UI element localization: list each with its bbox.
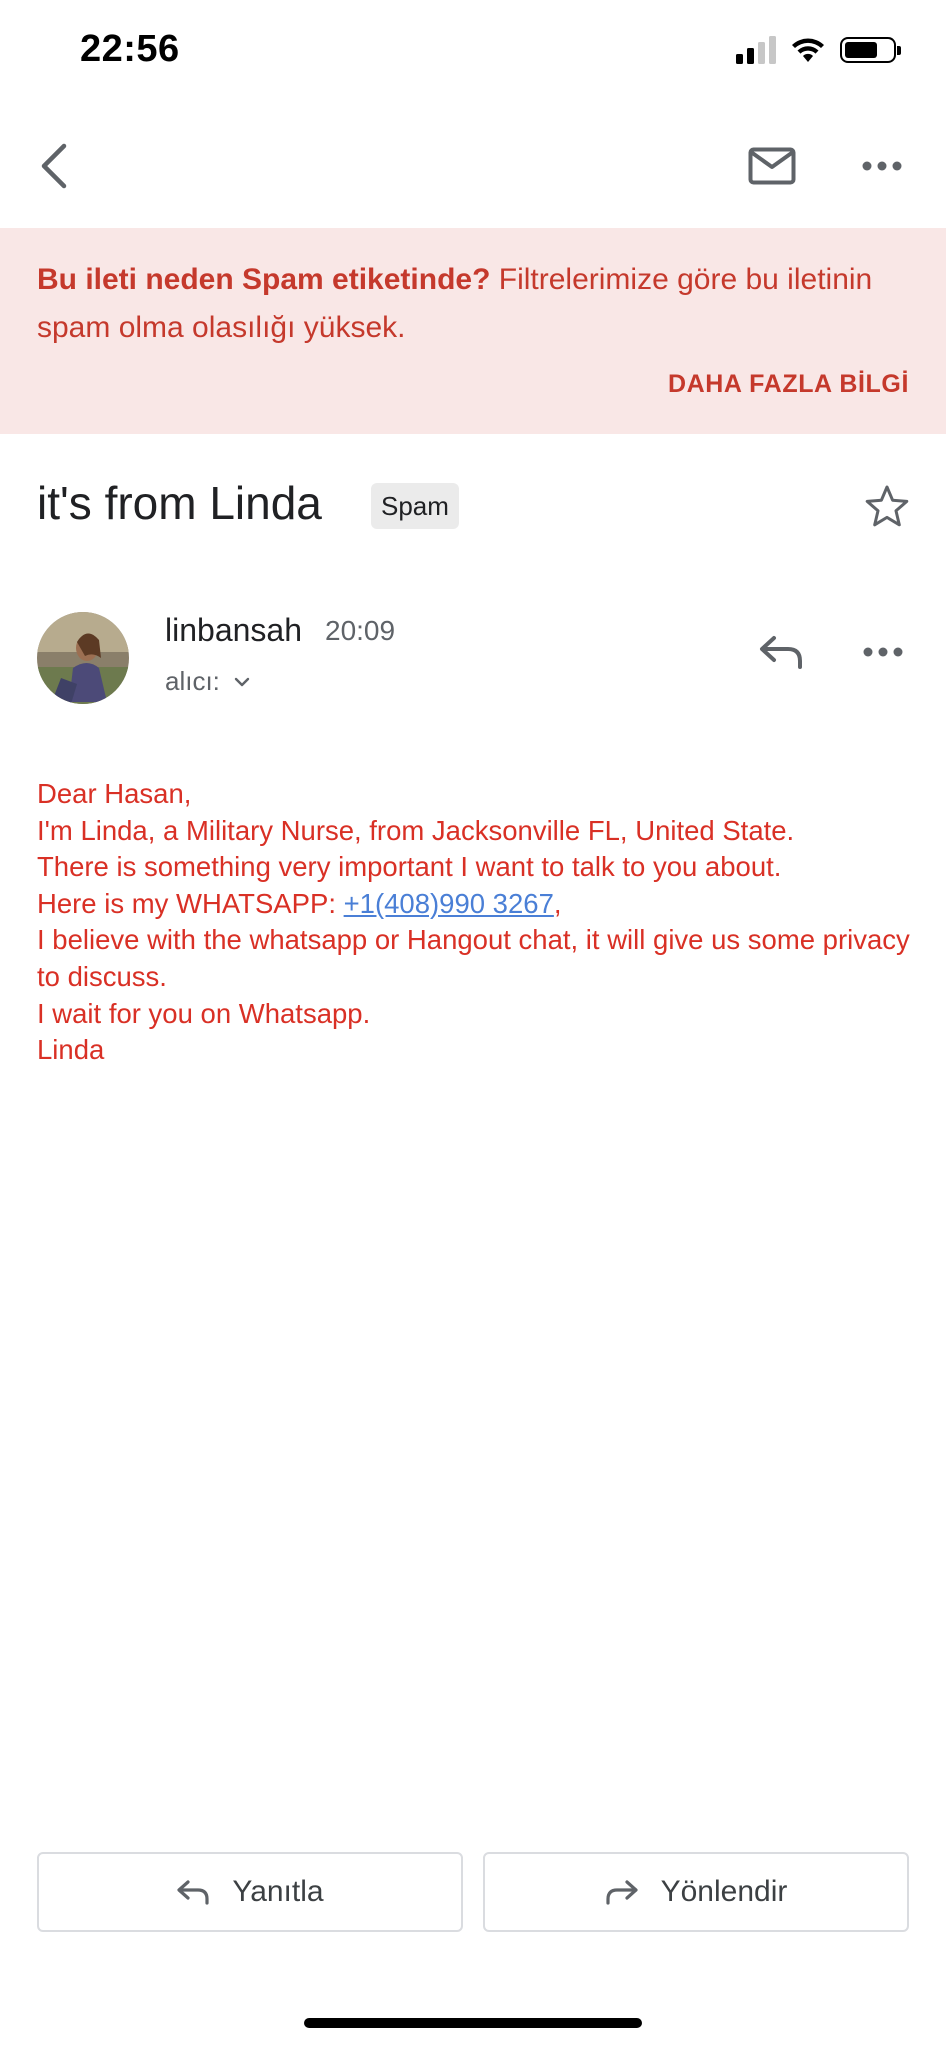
email-subject: it's from Linda [37, 477, 322, 529]
message-line: Dear Hasan, [37, 778, 192, 809]
sender-row: linbansah 20:09 alıcı: [37, 612, 909, 708]
more-options-button[interactable] [850, 134, 914, 198]
recipient-label: alıcı: [165, 666, 220, 696]
subject-row: it's from Linda Spam [37, 470, 909, 542]
status-icons [736, 36, 901, 64]
back-arrow-icon [41, 143, 67, 189]
forward-button[interactable]: Yönlendir [483, 1852, 909, 1932]
star-icon [865, 485, 909, 527]
message-line: Here is my WHATSAPP: +1(408)990 3267, [37, 886, 917, 923]
message-line: Linda [37, 1034, 105, 1066]
spam-warning-banner: Bu ileti neden Spam etiketinde? Filtrele… [0, 228, 946, 434]
bottom-actions: Yanıtla Yönlendir [37, 1852, 909, 1934]
more-horizontal-icon [862, 161, 902, 171]
reply-icon [760, 636, 802, 669]
whatsapp-label: Here is my WHATSAPP: [37, 887, 344, 919]
top-bar [0, 120, 946, 212]
signal-icon [736, 36, 776, 64]
status-bar: 22:56 [0, 0, 946, 104]
spam-warning-title: Bu ileti neden Spam etiketinde? [37, 263, 491, 296]
wifi-icon [792, 38, 824, 62]
sender-name[interactable]: linbansah [165, 612, 302, 649]
battery-icon [840, 37, 901, 63]
back-button[interactable] [24, 132, 84, 200]
more-horizontal-icon [863, 647, 903, 657]
quick-reply-button[interactable] [751, 620, 811, 684]
chevron-down-icon [234, 677, 250, 686]
mail-icon [748, 147, 796, 185]
message-line: I believe with the whatsapp or Hangout c… [37, 924, 910, 992]
message-line: I wait for you on Whatsapp. [37, 997, 371, 1029]
phone-number-link[interactable]: +1(408)990 3267 [344, 888, 554, 919]
reply-icon [177, 1880, 210, 1905]
spam-label-badge[interactable]: Spam [371, 483, 459, 529]
forward-icon [606, 1880, 638, 1905]
status-time: 22:56 [80, 28, 180, 70]
reply-button-label: Yanıtla [232, 1875, 324, 1908]
spam-warning-text: Bu ileti neden Spam etiketinde? Filtrele… [37, 256, 909, 352]
sent-time: 20:09 [325, 615, 396, 646]
message-body: Dear Hasan, I'm Linda, a Military Nurse,… [37, 776, 917, 1069]
home-indicator[interactable] [304, 2018, 642, 2028]
recipient-details-toggle[interactable]: alıcı: [165, 666, 250, 697]
phone-suffix: , [553, 887, 562, 919]
star-button[interactable] [857, 470, 917, 542]
mark-unread-button[interactable] [740, 134, 804, 198]
message-more-button[interactable] [853, 620, 913, 684]
message-line: I'm Linda, a Military Nurse, from Jackso… [37, 814, 795, 846]
reply-button[interactable]: Yanıtla [37, 1852, 463, 1932]
forward-button-label: Yönlendir [660, 1875, 788, 1908]
message-line: There is something very important I want… [37, 851, 782, 883]
learn-more-link[interactable]: DAHA FAZLA BİLGİ [668, 370, 909, 399]
sender-avatar[interactable] [37, 612, 129, 704]
